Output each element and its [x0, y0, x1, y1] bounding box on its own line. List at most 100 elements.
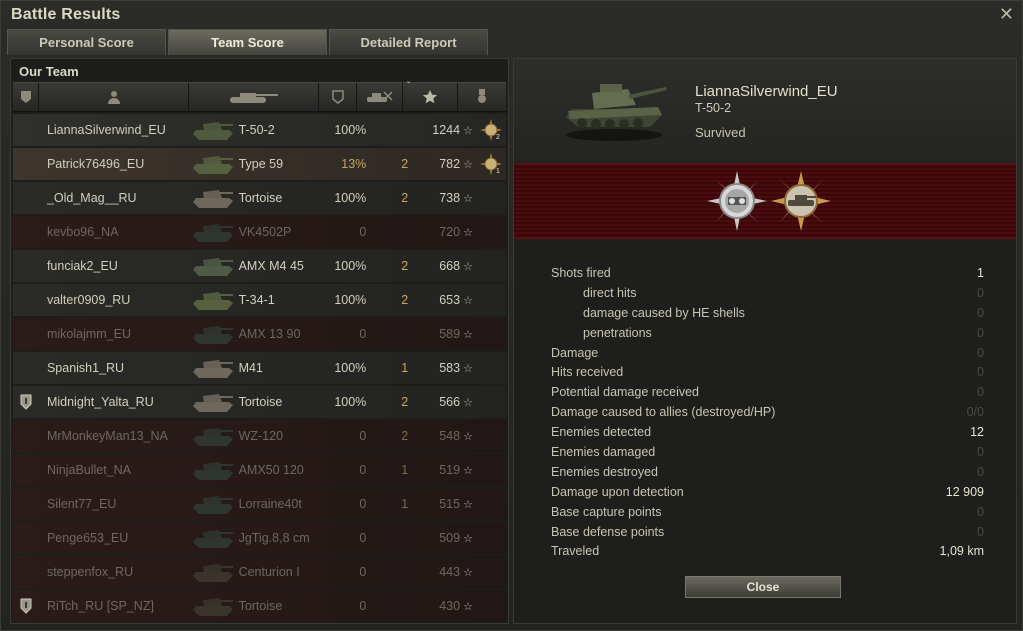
stat-label: Traveled	[551, 544, 600, 559]
vehicle-name: Centurion I	[238, 565, 300, 579]
tab-detailed-report[interactable]: Detailed Report	[329, 29, 488, 55]
tab-team-score[interactable]: Team Score	[168, 29, 327, 55]
vehicle-icon	[189, 421, 237, 451]
hp-remaining: 100%	[334, 395, 367, 409]
team-row[interactable]: MrMonkeyMan13_NA WZ-120 0 2 548 ☆	[13, 420, 506, 452]
vehicle-name: AMX M4 45	[238, 259, 304, 273]
vehicle-name: Tortoise	[238, 599, 283, 613]
kills-count: 2	[401, 157, 409, 171]
medal-icon[interactable]: 1	[480, 153, 503, 175]
vehicle-icon	[189, 319, 237, 349]
stat-label: Enemies damaged	[551, 444, 656, 459]
hp-remaining: 0	[359, 327, 367, 341]
team-row[interactable]: funciak2_EU AMX M4 45 100% 2 668 ☆	[13, 250, 506, 282]
player-name: Midnight_Yalta_RU	[46, 395, 154, 409]
kills-count: 1	[401, 361, 409, 375]
star-icon: ☆	[463, 362, 474, 375]
row-medal-cell: 1	[476, 153, 506, 175]
medal-icon[interactable]: 2	[480, 119, 503, 141]
vehicle-image	[558, 71, 670, 152]
team-row[interactable]: Patrick76496_EU Type 59 13% 2 782 ☆ 1	[13, 148, 506, 180]
experience-value: 589	[439, 327, 461, 341]
experience-value: 720	[439, 225, 461, 239]
vehicle-icon	[189, 149, 237, 179]
armor-column-icon[interactable]	[319, 83, 357, 111]
vehicle-icon	[189, 455, 237, 485]
hp-remaining: 0	[359, 497, 367, 511]
kills-count: 2	[401, 259, 409, 273]
vehicle-icon	[189, 523, 237, 553]
team-row[interactable]: steppenfox_RU Centurion I 0 443 ☆	[13, 556, 506, 588]
experience-value: 653	[439, 293, 461, 307]
tab-personal-score[interactable]: Personal Score	[7, 29, 166, 55]
scout-medal-icon[interactable]	[706, 170, 768, 237]
stat-row: Enemies destroyed 0	[551, 462, 984, 482]
team-row[interactable]: RiTch_RU [SP_NZ] Tortoise 0 430 ☆	[13, 590, 506, 622]
player-name: RiTch_RU [SP_NZ]	[46, 599, 154, 613]
experience-value: 509	[439, 531, 461, 545]
team-row[interactable]: Spanish1_RU M41 100% 1 583 ☆	[13, 352, 506, 384]
team-row[interactable]: kevbo96_NA VK4502P 0 720 ☆	[13, 216, 506, 248]
stat-value: 0	[977, 464, 984, 479]
vehicle-name: JgTig.8,8 cm	[238, 531, 310, 545]
team-row[interactable]: LiannaSilverwind_EU T-50-2 100% 1244 ☆ 2	[13, 114, 506, 146]
player-summary: LiannaSilverwind_EU T-50-2 Survived	[514, 59, 1016, 162]
sort-indicator-icon: ˇ	[407, 81, 411, 92]
close-button[interactable]: Close	[685, 576, 841, 598]
detail-stats-list: Shots fired 1 direct hits 0 damage caused by…	[551, 263, 984, 561]
player-detail-panel: LiannaSilverwind_EU T-50-2 Survived Shot…	[513, 58, 1017, 624]
hp-remaining: 0	[359, 599, 367, 613]
team-row[interactable]: Midnight_Yalta_RU Tortoise 100% 2 566 ☆	[13, 386, 506, 418]
squad-icon	[20, 394, 32, 410]
kills-column-icon[interactable]	[357, 83, 403, 111]
medal-column-icon[interactable]	[458, 83, 506, 111]
player-name: mikolajmm_EU	[46, 327, 131, 341]
stat-value: 0	[977, 504, 984, 519]
team-row[interactable]: mikolajmm_EU AMX 13 90 0 589 ☆	[13, 318, 506, 350]
vehicle-name: Lorraine40t	[238, 497, 302, 511]
stat-label: Damage upon detection	[551, 484, 684, 499]
experience-star-icon[interactable]: ˇ	[403, 81, 458, 111]
player-name: NinjaBullet_NA	[46, 463, 132, 477]
team-row[interactable]: NinjaBullet_NA AMX50 120 0 1 519 ☆	[13, 454, 506, 486]
experience-value: 782	[439, 157, 461, 171]
detail-vehicle-name: T-50-2	[695, 101, 732, 115]
stat-label: Hits received	[551, 365, 624, 380]
stat-value: 0	[977, 345, 984, 360]
title-bar: Battle Results ✕	[1, 1, 1022, 29]
stat-row: Base defense points 0	[551, 522, 984, 542]
tank-sniper-medal-icon[interactable]	[770, 170, 832, 237]
experience-value: 515	[439, 497, 461, 511]
row-medal-cell: 2	[476, 119, 506, 141]
team-label: Our Team	[19, 64, 79, 79]
star-icon: ☆	[463, 498, 474, 511]
stat-value: 0	[977, 365, 984, 380]
player-name: _Old_Mag__RU	[46, 191, 137, 205]
experience-value: 668	[439, 259, 461, 273]
star-icon: ☆	[463, 464, 474, 477]
team-row[interactable]: Silent77_EU Lorraine40t 0 1 515 ☆	[13, 488, 506, 520]
star-icon: ☆	[463, 158, 474, 171]
stat-value: 0	[977, 385, 984, 400]
player-name: steppenfox_RU	[46, 565, 134, 579]
team-row[interactable]: Penge653_EU JgTig.8,8 cm 0 509 ☆	[13, 522, 506, 554]
stat-label: Base capture points	[551, 504, 662, 519]
star-icon: ☆	[463, 600, 474, 613]
tank-column-icon[interactable]	[189, 83, 319, 111]
team-row[interactable]: _Old_Mag__RU Tortoise 100% 2 738 ☆	[13, 182, 506, 214]
vehicle-icon	[189, 183, 237, 213]
hp-remaining: 0	[359, 429, 367, 443]
player-name: Patrick76496_EU	[46, 157, 145, 171]
experience-value: 430	[439, 599, 461, 613]
player-name: kevbo96_NA	[46, 225, 119, 239]
stat-row: Damage 0	[551, 343, 984, 363]
close-window-icon[interactable]: ✕	[999, 4, 1014, 25]
kills-count: 1	[401, 463, 409, 477]
squad-column-icon[interactable]	[13, 83, 39, 111]
team-row[interactable]: valter0909_RU T-34-1 100% 2 653 ☆	[13, 284, 506, 316]
stat-row: Traveled 1,09 km	[551, 541, 984, 561]
player-name: LiannaSilverwind_EU	[46, 123, 166, 137]
medal-class-label: 1	[496, 168, 500, 175]
player-column-icon[interactable]	[39, 83, 189, 111]
stat-row: Potential damage received 0	[551, 382, 984, 402]
